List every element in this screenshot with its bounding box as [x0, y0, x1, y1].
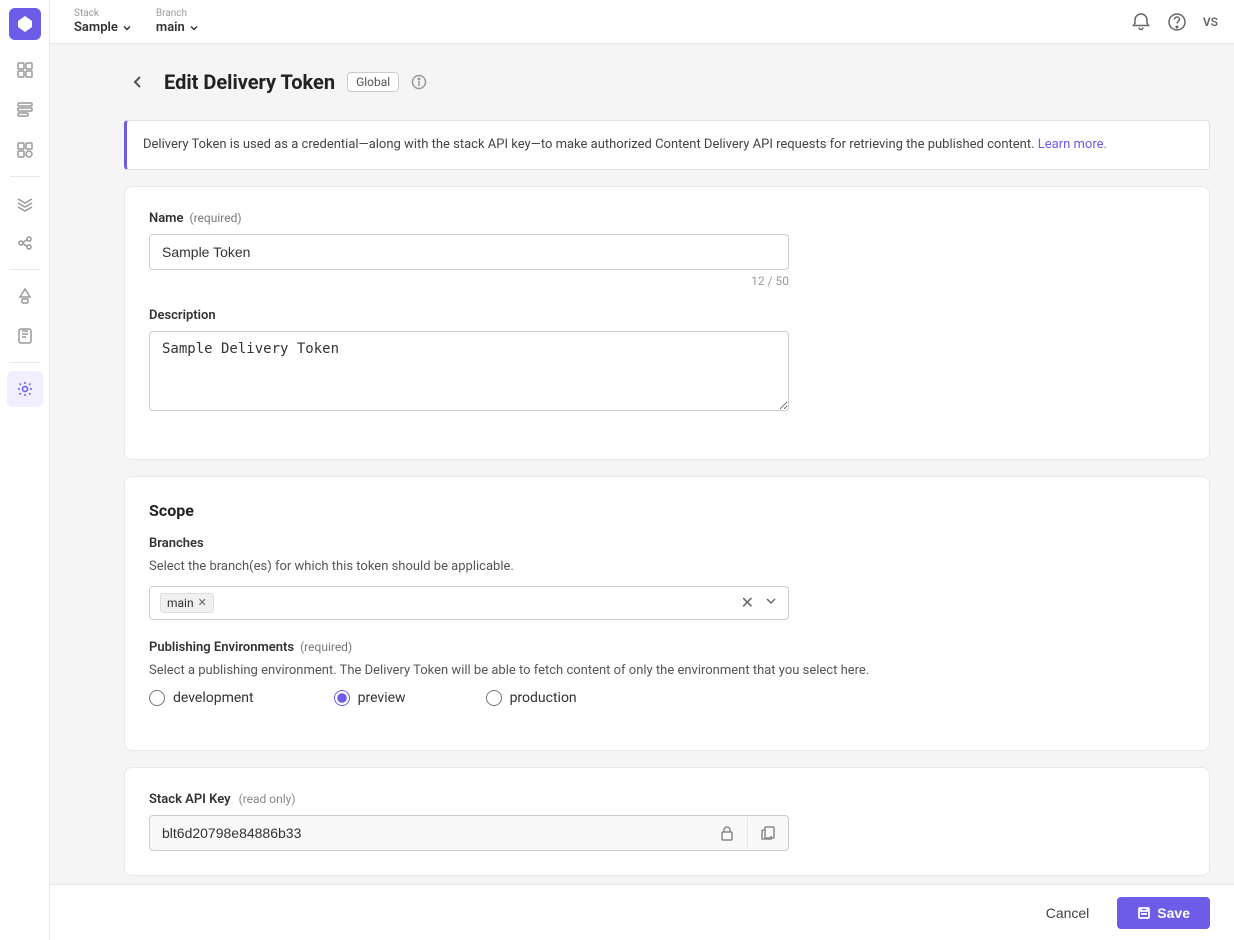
name-group: Name (required) 12 / 50 — [149, 211, 1185, 288]
branches-input[interactable]: main ✕ ✕ — [149, 586, 789, 620]
radio-development-label: development — [173, 690, 254, 706]
branch-dropdown-icon[interactable] — [764, 593, 778, 612]
back-button[interactable] — [124, 68, 152, 96]
branches-group: Branches Select the branch(es) for which… — [149, 536, 1185, 620]
api-key-value-input — [150, 816, 707, 850]
branch-tag-actions: ✕ — [741, 593, 778, 612]
global-badge: Global — [347, 72, 399, 92]
branch-value: main — [156, 20, 199, 35]
name-required: (required) — [189, 211, 241, 225]
save-button[interactable]: Save — [1117, 897, 1210, 929]
sidebar-icon-layers[interactable] — [7, 185, 43, 221]
api-key-label-row: Stack API Key (read only) — [149, 792, 1185, 807]
name-input[interactable] — [149, 234, 789, 270]
radio-preview[interactable]: preview — [334, 690, 406, 706]
cancel-button[interactable]: Cancel — [1030, 897, 1106, 929]
sidebar-icon-tasks[interactable] — [7, 318, 43, 354]
stack-selector[interactable]: Stack Sample — [66, 4, 140, 39]
sidebar-divider-2 — [10, 269, 40, 270]
scope-card: Scope Branches Select the branch(es) for… — [124, 476, 1210, 751]
topbar-right: VS — [1131, 12, 1218, 32]
sidebar — [0, 0, 50, 940]
environments-radio-group: development preview production — [149, 690, 1185, 706]
learn-more-link[interactable]: Learn more. — [1038, 137, 1107, 152]
api-key-input-row — [149, 815, 789, 851]
description-label: Description — [149, 308, 1185, 323]
stack-value: Sample — [74, 20, 132, 35]
info-icon[interactable] — [411, 74, 427, 90]
help-icon[interactable] — [1167, 12, 1187, 32]
sidebar-icon-connections[interactable] — [7, 225, 43, 261]
main-content: Edit Delivery Token Global Delivery Toke… — [100, 44, 1234, 940]
radio-development[interactable]: development — [149, 690, 254, 706]
description-textarea[interactable]: Sample Delivery Token — [149, 331, 789, 411]
avatar[interactable]: VS — [1203, 15, 1218, 29]
scope-title: Scope — [149, 501, 1185, 520]
lock-icon-btn[interactable] — [707, 817, 747, 849]
notifications-icon[interactable] — [1131, 12, 1151, 32]
sidebar-icon-settings[interactable] — [7, 371, 43, 407]
environments-label: Publishing Environments (required) — [149, 640, 1185, 655]
description-group: Description Sample Delivery Token — [149, 308, 1185, 415]
environments-group: Publishing Environments (required) Selec… — [149, 640, 1185, 706]
branch-selector[interactable]: Branch main — [148, 4, 207, 39]
stack-label: Stack — [74, 8, 132, 20]
name-label: Name (required) — [149, 211, 1185, 226]
radio-preview-label: preview — [358, 690, 406, 706]
environments-required: (required) — [300, 640, 352, 654]
read-only-badge: (read only) — [239, 792, 296, 806]
char-count: 12 / 50 — [149, 274, 789, 288]
topbar: Stack Sample Branch main VS — [50, 0, 1234, 44]
footer: Cancel Save — [50, 884, 1234, 940]
branch-chevron-icon — [189, 23, 199, 33]
radio-production-input[interactable] — [486, 690, 502, 706]
info-banner: Delivery Token is used as a credential—a… — [124, 120, 1210, 170]
branches-description: Select the branch(es) for which this tok… — [149, 559, 1185, 574]
branch-tag-main: main ✕ — [160, 593, 214, 613]
radio-development-input[interactable] — [149, 690, 165, 706]
radio-production[interactable]: production — [486, 690, 577, 706]
api-key-label: Stack API Key — [149, 792, 231, 807]
save-icon — [1137, 906, 1151, 920]
sidebar-divider-3 — [10, 362, 40, 363]
sidebar-icon-dashboard[interactable] — [7, 52, 43, 88]
sidebar-icon-deploy[interactable] — [7, 278, 43, 314]
sidebar-divider-1 — [10, 176, 40, 177]
environments-description: Select a publishing environment. The Del… — [149, 663, 1185, 678]
branches-label: Branches — [149, 536, 1185, 551]
radio-production-label: production — [510, 690, 577, 706]
sidebar-icon-modules[interactable] — [7, 132, 43, 168]
app-logo — [9, 8, 41, 40]
basic-info-card: Name (required) 12 / 50 Description Samp… — [124, 186, 1210, 460]
api-key-card: Stack API Key (read only) — [124, 767, 1210, 876]
branch-tag-close-icon[interactable]: ✕ — [198, 596, 207, 609]
chevron-down-icon — [122, 23, 132, 33]
sidebar-icon-content[interactable] — [7, 92, 43, 128]
copy-icon-btn[interactable] — [747, 817, 788, 849]
page-header: Edit Delivery Token Global — [124, 68, 1210, 96]
branch-clear-icon[interactable]: ✕ — [741, 593, 754, 612]
radio-preview-input[interactable] — [334, 690, 350, 706]
branch-label: Branch — [156, 8, 199, 20]
page-title: Edit Delivery Token — [164, 70, 335, 94]
